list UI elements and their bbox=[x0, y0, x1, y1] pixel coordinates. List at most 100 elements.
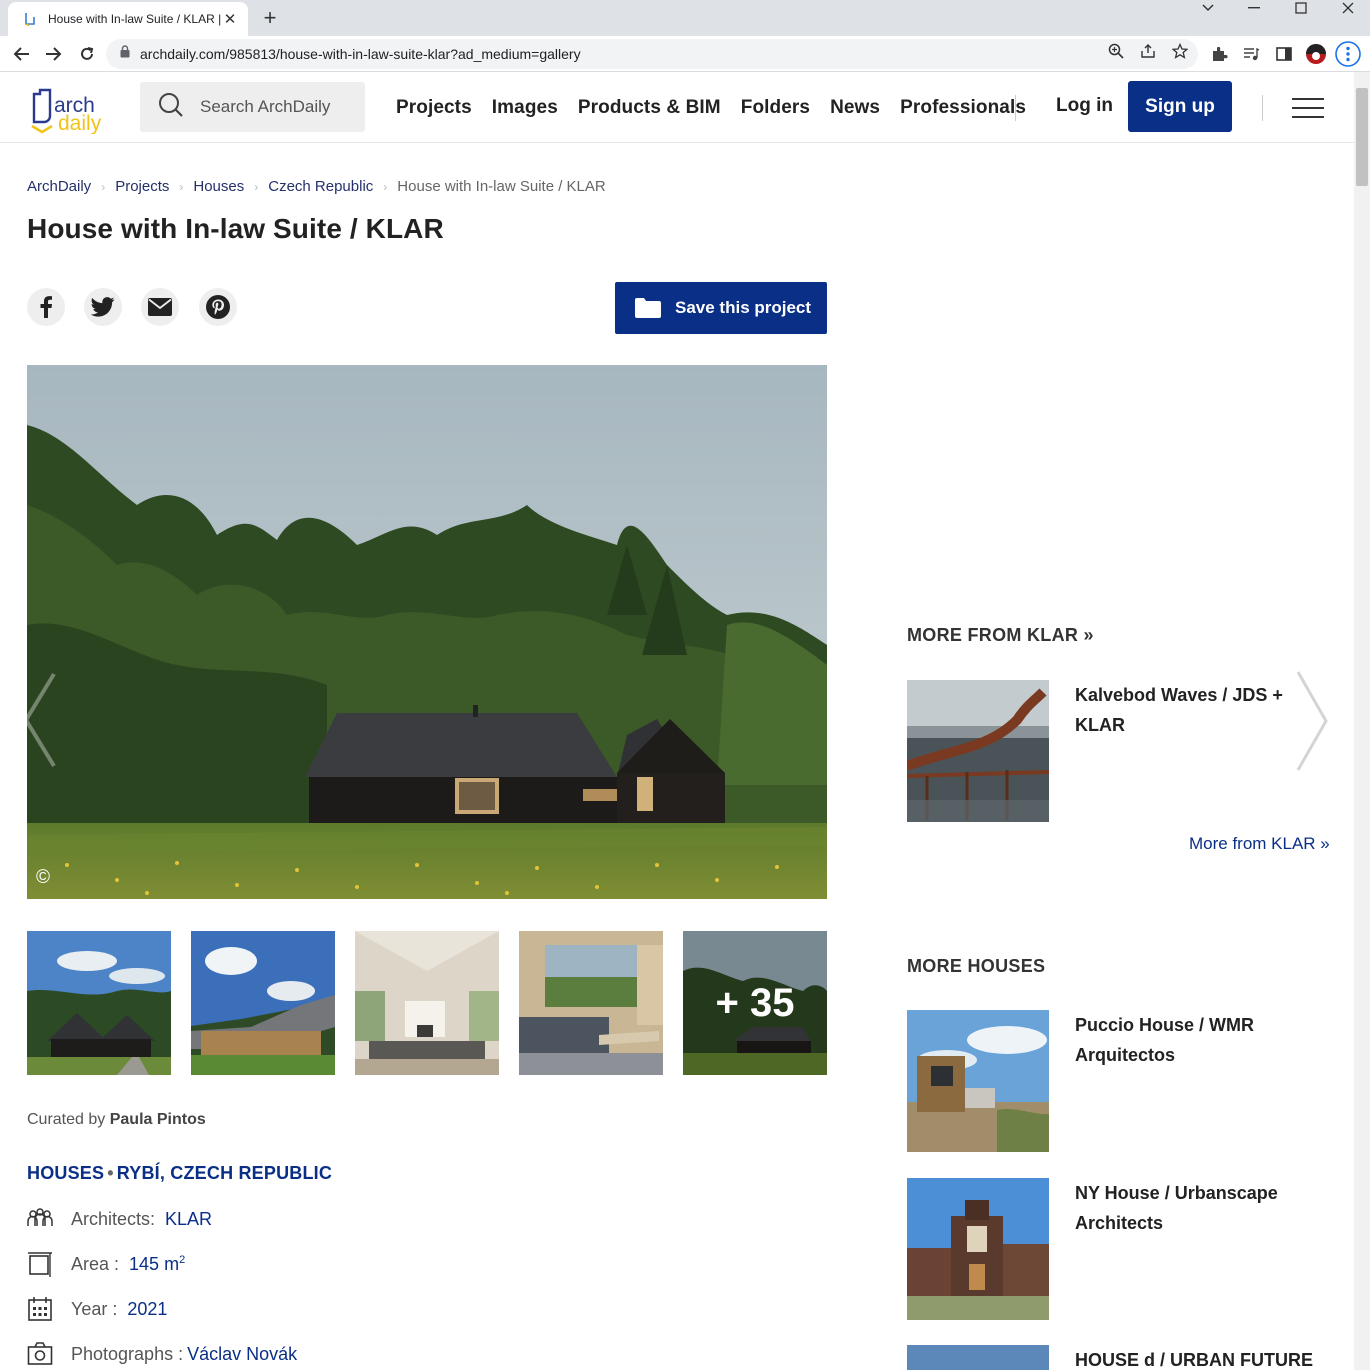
area-value[interactable]: 145 m2 bbox=[129, 1254, 185, 1275]
location-link[interactable]: RYBÍ, CZECH REPUBLIC bbox=[117, 1163, 332, 1183]
nav-divider bbox=[1015, 95, 1016, 121]
url-text[interactable]: archdaily.com/985813/house-with-in-law-s… bbox=[140, 46, 581, 62]
bookmark-star-icon[interactable] bbox=[1171, 42, 1189, 59]
year-link[interactable]: 2021 bbox=[127, 1299, 167, 1320]
page-scrollbar[interactable] bbox=[1354, 72, 1370, 1370]
nav-projects[interactable]: Projects bbox=[396, 97, 472, 119]
breadcrumb-chevron-icon: › bbox=[254, 179, 259, 194]
gallery-thumbnail[interactable] bbox=[519, 931, 663, 1075]
area-number: 145 m bbox=[129, 1253, 180, 1274]
page-title: House with In-law Suite / KLAR bbox=[27, 213, 444, 244]
photographer-link[interactable]: Václav Novák bbox=[187, 1344, 297, 1365]
window-close-icon[interactable] bbox=[1328, 0, 1368, 16]
twitter-share-icon[interactable] bbox=[84, 288, 122, 326]
browser-tab[interactable]: House with In-law Suite / KLAR | ✕ bbox=[8, 2, 248, 36]
email-share-icon[interactable] bbox=[141, 288, 179, 326]
gallery-thumbnail[interactable] bbox=[355, 931, 499, 1075]
taxonomy-dot: • bbox=[107, 1163, 114, 1183]
extensions-icon[interactable] bbox=[1210, 45, 1228, 63]
gallery-more-thumbnail[interactable]: + 35 bbox=[683, 931, 827, 1075]
more-from-card-title[interactable]: Kalvebod Waves / JDS + KLAR bbox=[1075, 680, 1315, 740]
svg-text:daily: daily bbox=[58, 112, 102, 134]
more-from-heading[interactable]: MORE FROM KLAR » bbox=[907, 625, 1094, 646]
area-label: Area : bbox=[71, 1253, 120, 1274]
chrome-menu-icon[interactable] bbox=[1335, 41, 1361, 67]
hamburger-menu-icon[interactable] bbox=[1292, 98, 1324, 118]
login-link[interactable]: Log in bbox=[1056, 95, 1113, 117]
side-panel-icon[interactable] bbox=[1275, 45, 1293, 63]
nav-divider bbox=[1262, 95, 1263, 121]
facebook-share-icon[interactable] bbox=[27, 288, 65, 326]
gallery-thumbnail[interactable] bbox=[191, 931, 335, 1075]
more-houses-card-image[interactable] bbox=[907, 1010, 1049, 1152]
tab-close-icon[interactable]: ✕ bbox=[222, 11, 238, 28]
category-link[interactable]: HOUSES bbox=[27, 1163, 104, 1183]
curator-name[interactable]: Paula Pintos bbox=[110, 1111, 206, 1128]
save-project-button[interactable]: Save this project bbox=[615, 282, 827, 334]
project-taxonomy: HOUSES • RYBÍ, CZECH REPUBLIC bbox=[27, 1163, 332, 1184]
more-houses-card-title[interactable]: Puccio House / WMR Arquitectos bbox=[1075, 1010, 1315, 1070]
spec-architects: Architects: KLAR bbox=[27, 1206, 212, 1232]
hero-image[interactable]: © bbox=[27, 365, 827, 899]
more-from-card-image[interactable] bbox=[907, 680, 1049, 822]
spec-area: Area : 145 m2 bbox=[27, 1251, 185, 1277]
new-tab-icon[interactable]: + bbox=[258, 6, 282, 30]
tab-title: House with In-law Suite / KLAR | bbox=[48, 12, 222, 26]
more-houses-card-image[interactable] bbox=[907, 1178, 1049, 1320]
more-houses-heading: MORE HOUSES bbox=[907, 956, 1046, 976]
nav-professionals[interactable]: Professionals bbox=[900, 97, 1026, 119]
omnibox[interactable]: archdaily.com/985813/house-with-in-law-s… bbox=[106, 39, 1198, 69]
scrollbar-thumb[interactable] bbox=[1356, 88, 1368, 186]
curated-by: Curated by Paula Pintos bbox=[27, 1111, 206, 1129]
signup-button[interactable]: Sign up bbox=[1128, 81, 1232, 132]
architects-link[interactable]: KLAR bbox=[165, 1209, 212, 1230]
archdaily-logo[interactable]: arch daily bbox=[28, 82, 118, 135]
breadcrumb-houses[interactable]: Houses bbox=[193, 178, 244, 195]
site-header: arch daily Search ArchDaily Projects Ima… bbox=[0, 72, 1354, 143]
nav-images[interactable]: Images bbox=[492, 97, 558, 119]
copyright-icon[interactable]: © bbox=[36, 867, 50, 889]
more-photos-count: + 35 bbox=[715, 980, 795, 1025]
maximize-icon[interactable] bbox=[1281, 0, 1321, 16]
nav-folders[interactable]: Folders bbox=[741, 97, 810, 119]
nav-products-bim[interactable]: Products & BIM bbox=[578, 97, 721, 119]
camera-icon bbox=[27, 1341, 53, 1367]
zoom-icon[interactable] bbox=[1108, 43, 1124, 59]
more-houses-card-title[interactable]: HOUSE d / URBAN FUTURE bbox=[1075, 1345, 1315, 1370]
gallery-thumbnail[interactable] bbox=[27, 931, 171, 1075]
breadcrumb-chevron-icon: › bbox=[101, 179, 106, 194]
search-icon bbox=[158, 92, 184, 123]
curated-prefix: Curated by bbox=[27, 1111, 106, 1128]
share-page-icon[interactable] bbox=[1140, 43, 1156, 59]
breadcrumb-czech-republic[interactable]: Czech Republic bbox=[268, 178, 373, 195]
more-houses-card-image[interactable] bbox=[907, 1345, 1049, 1370]
carousel-next-arrow-icon[interactable] bbox=[1292, 668, 1332, 774]
reload-icon[interactable] bbox=[75, 42, 99, 66]
spec-year: Year : 2021 bbox=[27, 1296, 167, 1322]
address-bar-row: archdaily.com/985813/house-with-in-law-s… bbox=[0, 36, 1370, 72]
area-icon bbox=[27, 1251, 53, 1277]
pinterest-share-icon[interactable] bbox=[199, 288, 237, 326]
nav-news[interactable]: News bbox=[830, 97, 880, 119]
site-search-input[interactable]: Search ArchDaily bbox=[140, 82, 365, 132]
spec-photographs: Photographs : Václav Novák bbox=[27, 1341, 297, 1367]
architects-label: Architects: bbox=[71, 1208, 156, 1229]
breadcrumb: ArchDaily › Projects › Houses › Czech Re… bbox=[27, 178, 606, 195]
people-icon bbox=[27, 1206, 53, 1232]
folder-icon bbox=[635, 298, 661, 318]
profile-avatar-icon[interactable] bbox=[1306, 44, 1326, 64]
forward-icon[interactable] bbox=[42, 42, 66, 66]
more-houses-card-title[interactable]: NY House / Urbanscape Architects bbox=[1075, 1178, 1315, 1238]
breadcrumb-projects[interactable]: Projects bbox=[115, 178, 169, 195]
archdaily-favicon bbox=[22, 11, 38, 27]
breadcrumb-archdaily[interactable]: ArchDaily bbox=[27, 178, 91, 195]
more-from-link[interactable]: More from KLAR » bbox=[1189, 834, 1330, 854]
media-control-icon[interactable] bbox=[1242, 45, 1260, 63]
browser-tab-strip: House with In-law Suite / KLAR | ✕ + bbox=[0, 0, 1370, 36]
minimize-icon[interactable] bbox=[1234, 0, 1274, 16]
year-label: Year : bbox=[71, 1298, 118, 1319]
tab-search-icon[interactable] bbox=[1188, 0, 1228, 16]
hero-prev-arrow-icon[interactable] bbox=[20, 670, 60, 770]
calendar-icon bbox=[27, 1296, 53, 1322]
back-icon[interactable] bbox=[9, 42, 33, 66]
